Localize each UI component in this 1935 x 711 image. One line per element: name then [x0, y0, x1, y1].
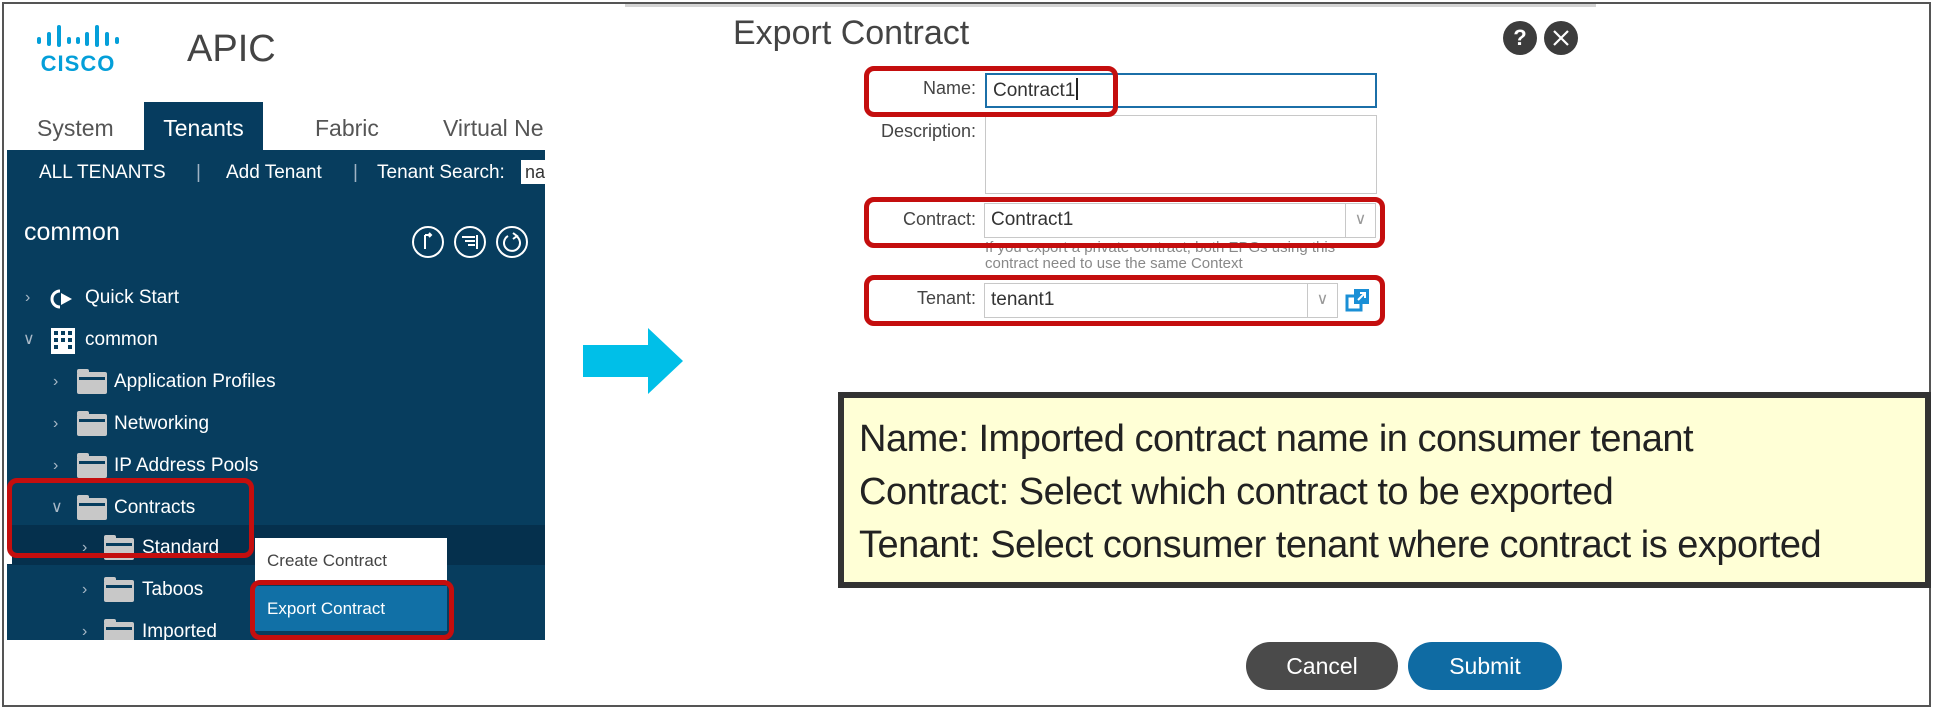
name-input[interactable]: Contract1: [985, 73, 1377, 108]
tab-system[interactable]: System: [37, 102, 114, 150]
tab-fabric[interactable]: Fabric: [315, 102, 379, 150]
folder-icon: [77, 495, 107, 520]
chevron-right-icon[interactable]: ›: [53, 448, 67, 484]
chevron-down-icon[interactable]: ∨: [51, 490, 65, 526]
help-icon[interactable]: ?: [1503, 21, 1537, 55]
folder-icon: [104, 619, 134, 640]
chevron-down-icon[interactable]: ∨: [23, 322, 37, 358]
annotation-line-contract: Contract: Select which contract to be ex…: [859, 471, 1614, 513]
subnav-separator: |: [196, 162, 201, 183]
folder-icon: [77, 369, 107, 394]
chevron-right-icon[interactable]: ›: [53, 406, 67, 442]
contract-helper-text: If you export a private contract, both E…: [985, 239, 1336, 272]
tenant-search-label: Tenant Search:: [377, 162, 505, 183]
app-title: APIC: [187, 28, 276, 70]
cisco-logo: CISCO: [37, 25, 119, 76]
current-tenant-heading: common: [24, 218, 120, 246]
tab-virtual-networking[interactable]: Virtual Ne: [443, 102, 544, 150]
dialog-title: Export Contract: [733, 14, 970, 52]
contract-label: Contract:: [902, 209, 976, 229]
collapse-icon[interactable]: [412, 226, 444, 258]
filter-icon[interactable]: [454, 226, 486, 258]
close-icon[interactable]: [1544, 21, 1578, 55]
name-input-value: Contract1: [993, 80, 1076, 101]
all-tenants-link[interactable]: ALL TENANTS: [39, 162, 166, 184]
tree-item-networking[interactable]: › Networking: [7, 406, 545, 442]
dialog-top-strip: [625, 4, 1596, 7]
tenant-label: Tenant:: [916, 288, 976, 308]
chevron-down-icon[interactable]: ∨: [1307, 284, 1337, 317]
chevron-right-icon[interactable]: ›: [82, 572, 96, 608]
open-external-icon[interactable]: [1345, 287, 1371, 313]
tab-tenants[interactable]: Tenants: [144, 102, 263, 150]
chevron-right-icon[interactable]: ›: [25, 280, 39, 316]
contract-select-value: Contract1: [991, 209, 1074, 230]
refresh-icon[interactable]: [496, 226, 528, 258]
arrow-right-icon: [583, 328, 683, 394]
add-tenant-link[interactable]: Add Tenant: [226, 162, 322, 184]
folder-icon: [104, 577, 134, 602]
main-tabs: System Tenants Fabric Virtual Ne: [7, 102, 545, 150]
chevron-down-icon[interactable]: ∨: [1345, 204, 1375, 237]
submit-button[interactable]: Submit: [1408, 642, 1562, 690]
cancel-button[interactable]: Cancel: [1246, 642, 1398, 690]
context-menu: Create Contract Export Contract: [255, 538, 447, 634]
chevron-right-icon[interactable]: ›: [53, 364, 67, 400]
menu-item-export-contract[interactable]: Export Contract: [255, 586, 447, 631]
tree-item-common[interactable]: ∨ common: [7, 322, 545, 358]
tree-item-ip-address-pools[interactable]: › IP Address Pools: [7, 448, 545, 484]
tree-item-contracts[interactable]: ∨ Contracts: [7, 490, 545, 526]
description-textarea[interactable]: [985, 115, 1377, 194]
contract-select[interactable]: Contract1 ∨: [984, 203, 1376, 238]
annotation-line-name: Name: Imported contract name in consumer…: [859, 418, 1694, 460]
folder-icon: [77, 453, 107, 478]
menu-item-create-contract[interactable]: Create Contract: [255, 538, 447, 583]
name-label: Name:: [922, 78, 976, 98]
folder-icon: [77, 411, 107, 436]
tree-item-application-profiles[interactable]: › Application Profiles: [7, 364, 545, 400]
annotation-line-tenant: Tenant: Select consumer tenant where con…: [859, 524, 1822, 566]
chevron-right-icon[interactable]: ›: [82, 614, 96, 640]
subnav-separator: |: [353, 162, 358, 183]
cisco-wordmark: CISCO: [40, 51, 116, 76]
quick-start-icon: [45, 287, 75, 323]
tenant-select-value: tenant1: [991, 289, 1055, 310]
description-label: Description:: [880, 121, 976, 141]
cisco-bars-icon: [37, 25, 119, 47]
folder-icon: [104, 535, 134, 560]
apic-navigation-panel: CISCO APIC System Tenants Fabric Virtual…: [7, 8, 545, 640]
tenant-select[interactable]: tenant1 ∨: [984, 283, 1338, 318]
text-caret: [1076, 78, 1078, 100]
tenant-subnav: ALL TENANTS | Add Tenant | Tenant Search…: [7, 150, 545, 192]
tenant-building-icon: [51, 328, 75, 367]
tenant-search-input[interactable]: na: [521, 160, 545, 184]
annotation-callout: Name: Imported contract name in consumer…: [838, 392, 1931, 588]
tree-item-quick-start[interactable]: › Quick Start: [7, 280, 545, 316]
chevron-right-icon[interactable]: ›: [82, 530, 96, 566]
